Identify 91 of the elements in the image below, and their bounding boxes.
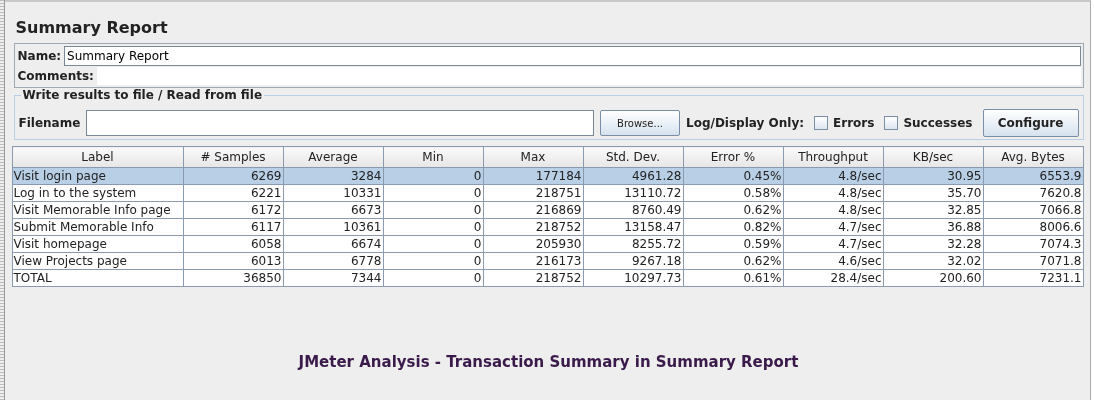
table-cell: 13110.72 — [583, 184, 683, 202]
column-header[interactable]: Std. Dev. — [583, 146, 683, 168]
checkbox[interactable]: Successes — [884, 116, 973, 130]
configure-button[interactable]: Configure — [982, 109, 1079, 137]
table-cell: 0.62% — [683, 252, 783, 270]
table-cell: TOTAL — [12, 269, 183, 287]
table-cell: 8006.6 — [983, 218, 1083, 236]
table-cell: 7231.1 — [983, 269, 1083, 287]
table-cell: 6013 — [183, 252, 283, 270]
table-cell: 28.4/sec — [783, 269, 883, 287]
column-header[interactable]: # Samples — [183, 146, 283, 168]
column-header[interactable]: Max — [483, 146, 583, 168]
table-cell: Submit Memorable Info — [12, 218, 183, 236]
panel-title: Summary Report — [14, 17, 169, 39]
table-cell: 6778 — [283, 252, 383, 270]
table-cell: 7074.3 — [983, 235, 1083, 253]
table-cell: 0.58% — [683, 184, 783, 202]
column-header[interactable]: Error % — [683, 146, 783, 168]
table-cell: 4.7/sec — [783, 235, 883, 253]
field-label: Name: — [17, 49, 62, 63]
table-cell: 0 — [383, 201, 483, 219]
table-cell: 218752 — [483, 269, 583, 287]
table-cell: 36.88 — [883, 218, 983, 236]
field-label: Log/Display Only: — [686, 116, 805, 130]
table-cell: Visit homepage — [12, 235, 183, 253]
table-cell: 6058 — [183, 235, 283, 253]
table-cell: 4.8/sec — [783, 184, 883, 202]
table-cell: 0 — [383, 218, 483, 236]
table-cell: 6221 — [183, 184, 283, 202]
table-cell: 8255.72 — [583, 235, 683, 253]
name-field[interactable]: Summary Report — [64, 46, 1081, 66]
table-cell: 218751 — [483, 184, 583, 202]
table-cell: 7071.8 — [983, 252, 1083, 270]
table-cell: View Projects page — [12, 252, 183, 270]
table-cell: 0 — [383, 184, 483, 202]
table-cell: 32.28 — [883, 235, 983, 253]
table-cell: 7344 — [283, 269, 383, 287]
table-row[interactable]: Visit Memorable Info page 6172 6673 0 216869 8760.49 0.62% 4.8/sec 32.85 7066.8 — [12, 201, 1083, 219]
table-cell: 216869 — [483, 201, 583, 219]
group-title: Write results to file / Read from file — [20, 88, 265, 102]
table-cell: 6674 — [283, 235, 383, 253]
column-header[interactable]: Average — [283, 146, 383, 168]
table-cell: 0.59% — [683, 235, 783, 253]
table-cell: 6117 — [183, 218, 283, 236]
table-row[interactable]: TOTAL 36850 7344 0 218752 10297.73 0.61% 28.4/sec 200.60 7231.1 — [12, 269, 1083, 287]
filename-field[interactable] — [86, 110, 595, 136]
table-row[interactable]: Visit homepage 6058 6674 0 205930 8255.72 0.59% 4.7/sec 32.28 7074.3 — [12, 235, 1083, 253]
table-cell: 4.6/sec — [783, 252, 883, 270]
caption: JMeter Analysis - Transaction Summary in Summary Report — [298, 353, 799, 371]
table-cell: 0 — [383, 235, 483, 253]
table-cell: 35.70 — [883, 184, 983, 202]
column-header[interactable]: Avg. Bytes — [983, 146, 1083, 168]
table-cell: 216173 — [483, 252, 583, 270]
table-cell: 10361 — [283, 218, 383, 236]
table-cell: 0.61% — [683, 269, 783, 287]
table-cell: 10331 — [283, 184, 383, 202]
table-cell: 6673 — [283, 201, 383, 219]
table-cell: 0.62% — [683, 201, 783, 219]
column-header[interactable]: KB/sec — [883, 146, 983, 168]
field-label: Filename — [18, 116, 81, 130]
table-cell: 10297.73 — [583, 269, 683, 287]
field-label: Comments: — [17, 69, 94, 83]
comments-field[interactable] — [96, 67, 1081, 85]
table-cell: 9267.18 — [583, 252, 683, 270]
table-cell: 0 — [383, 252, 483, 270]
table-cell: 6172 — [183, 201, 283, 219]
table-cell: 4.7/sec — [783, 218, 883, 236]
column-header[interactable]: Label — [12, 146, 183, 168]
table-cell: 7620.8 — [983, 184, 1083, 202]
browse-button[interactable]: Browse... — [600, 110, 681, 136]
table-cell: 218752 — [483, 218, 583, 236]
table-cell: 4.8/sec — [783, 201, 883, 219]
table-cell: Visit Memorable Info page — [12, 201, 183, 219]
table-cell: 36850 — [183, 269, 283, 287]
table-cell: 200.60 — [883, 269, 983, 287]
checkbox[interactable]: Errors — [814, 116, 875, 130]
table-row[interactable]: Log in to the system 6221 10331 0 218751 13110.72 0.58% 4.8/sec 35.70 7620.8 — [12, 184, 1083, 202]
table-cell: 32.85 — [883, 201, 983, 219]
table-cell: 205930 — [483, 235, 583, 253]
column-header[interactable]: Throughput — [783, 146, 883, 168]
table-cell: 13158.47 — [583, 218, 683, 236]
table-row[interactable]: View Projects page 6013 6778 0 216173 9267.18 0.62% 4.6/sec 32.02 7071.8 — [12, 252, 1083, 270]
table-cell: 32.02 — [883, 252, 983, 270]
table-cell: 8760.49 — [583, 201, 683, 219]
table-row[interactable]: Visit login page 6269 3284 0 177184 4961.28 0.45% 4.8/sec 30.95 6553.9 — [12, 167, 1083, 185]
column-header[interactable]: Min — [383, 146, 483, 168]
table-cell: 0 — [383, 269, 483, 287]
table-cell: 0.82% — [683, 218, 783, 236]
table-cell: Log in to the system — [12, 184, 183, 202]
table-row[interactable]: Submit Memorable Info 6117 10361 0 218752 13158.47 0.82% 4.7/sec 36.88 8006.6 — [12, 218, 1083, 236]
table-cell: 7066.8 — [983, 201, 1083, 219]
